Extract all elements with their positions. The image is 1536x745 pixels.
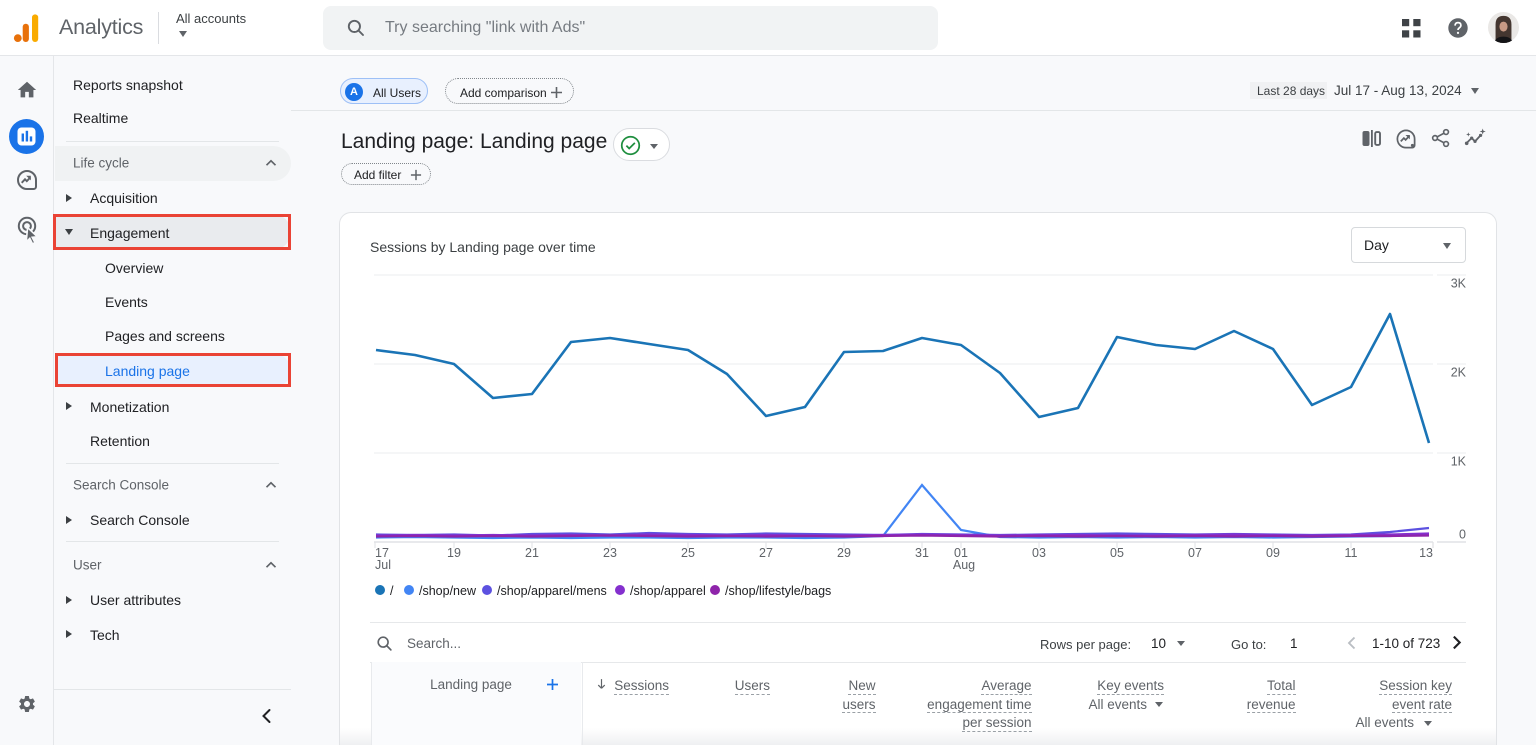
svg-text:31: 31 — [915, 546, 929, 560]
svg-text:27: 27 — [759, 546, 773, 560]
svg-text:Jul: Jul — [375, 558, 391, 572]
svg-text:21: 21 — [525, 546, 539, 560]
svg-text:1K: 1K — [1451, 455, 1467, 469]
svg-text:03: 03 — [1032, 546, 1046, 560]
svg-text:Aug: Aug — [953, 558, 975, 572]
svg-text:3K: 3K — [1451, 277, 1467, 291]
svg-text:19: 19 — [447, 546, 461, 560]
svg-text:0: 0 — [1459, 528, 1466, 542]
svg-text:07: 07 — [1188, 546, 1202, 560]
svg-text:05: 05 — [1110, 546, 1124, 560]
svg-text:23: 23 — [603, 546, 617, 560]
svg-text:29: 29 — [837, 546, 851, 560]
svg-text:25: 25 — [681, 546, 695, 560]
svg-text:11: 11 — [1345, 546, 1358, 560]
svg-text:13: 13 — [1419, 546, 1433, 560]
svg-text:2K: 2K — [1451, 366, 1467, 380]
svg-text:09: 09 — [1266, 546, 1280, 560]
